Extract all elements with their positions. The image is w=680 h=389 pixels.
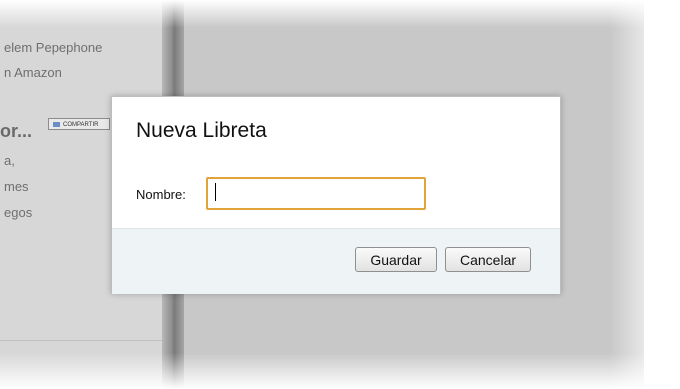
screen: elem Pepephone n Amazon or... COMPARTIR … <box>0 0 680 389</box>
share-button-label: COMPARTIR <box>63 122 99 128</box>
background-item-amazon: n Amazon <box>4 65 62 80</box>
background-list-item: mes <box>4 179 29 194</box>
vignette-right <box>610 0 680 389</box>
dialog-title: Nueva Libreta <box>136 119 267 142</box>
share-button: COMPARTIR <box>48 118 110 130</box>
save-button[interactable]: Guardar <box>355 247 437 272</box>
new-notebook-dialog: Nueva Libreta Nombre: Guardar Cancelar <box>111 96 561 294</box>
cancel-button[interactable]: Cancelar <box>445 247 531 272</box>
name-label: Nombre: <box>136 187 186 202</box>
text-caret <box>215 183 216 201</box>
background-item-pepephone: elem Pepephone <box>4 40 103 55</box>
background-section-heading: or... <box>0 121 33 141</box>
background-list-item: a, <box>4 153 15 168</box>
background-divider <box>0 340 162 341</box>
vignette-bottom <box>0 353 680 389</box>
name-input[interactable] <box>206 177 426 210</box>
share-icon <box>53 122 60 127</box>
background-list-item: egos <box>4 205 33 220</box>
vignette-top <box>0 0 680 28</box>
